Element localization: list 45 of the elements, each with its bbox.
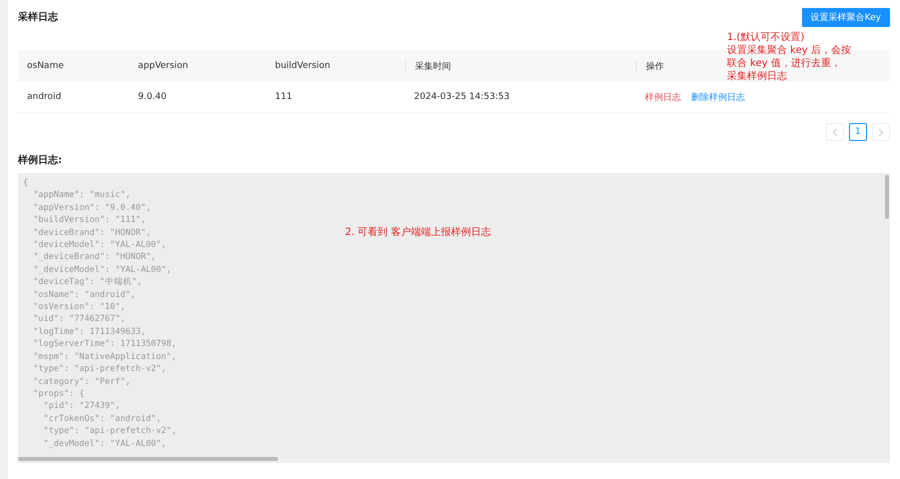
code-line: "crTokenOs": "android", <box>42 412 162 426</box>
code-line: "deviceBrand": "HONOR", <box>32 226 151 240</box>
chevron-left-icon <box>832 128 838 136</box>
page-title: 采样日志 <box>18 10 58 24</box>
code-line: "type": "api-prefetch-v2", <box>32 363 166 376</box>
annotation-text: 设置采集聚合 key 后，会按 <box>727 44 851 57</box>
code-line: "category": "Perf", <box>32 376 130 388</box>
code-line: "_deviceModel": "YAL-AL00", <box>32 264 172 276</box>
code-line: "type": "api-prefetch-v2", <box>42 425 177 438</box>
code-line: "deviceModel": "YAL-AL00", <box>32 239 166 252</box>
column-header: buildVersion <box>274 61 332 71</box>
code-line: "pid": "27439", <box>42 400 120 413</box>
code-line: "appVersion": "9.0.40", <box>32 202 151 214</box>
scrollbar-thumb[interactable] <box>885 175 889 219</box>
table-cell-text: 111 <box>274 92 294 102</box>
code-line: "osVersion": "10", <box>32 301 126 314</box>
code-line: "logTime": 1711349633, <box>32 326 146 338</box>
action-link[interactable]: 删除样例日志 <box>691 90 745 104</box>
page-button[interactable]: 1 <box>849 123 867 141</box>
table-cell-text: android <box>26 92 62 102</box>
code-line: { <box>23 177 28 190</box>
code-line: "_deviceBrand": "HONOR", <box>32 251 156 264</box>
annotation-text: 采集样例日志 <box>727 70 787 83</box>
annotation-text: 联合 key 值，进行去重， <box>727 57 841 70</box>
scrollbar-thumb[interactable] <box>18 457 278 461</box>
table-cell-text: 2024-03-25 14:53:53 <box>413 92 511 102</box>
column-header: 采集时间 <box>405 60 636 72</box>
set-key-button[interactable]: 设置采样聚合Key <box>802 8 890 26</box>
column-header: appVersion <box>137 61 190 71</box>
code-line: "osName": "android", <box>32 288 136 302</box>
section-label: 样例日志: <box>18 154 63 167</box>
code-line: "deviceTag": "中端机", <box>32 276 142 289</box>
annotation-text: 2. 可看到 客户端端上报样例日志 <box>345 226 491 239</box>
code-line: "buildVersion": "111", <box>32 214 146 227</box>
chevron-right-icon <box>878 128 884 136</box>
code-line: "uid": "77462767", <box>32 313 126 326</box>
code-line: "appName": "music", <box>32 189 130 202</box>
code-line: "props": { <box>32 388 84 400</box>
code-line: "mspm": "NativeApplication", <box>32 350 177 364</box>
code-line: "logServerTime": 1711350798, <box>32 338 177 351</box>
column-header: osName <box>26 61 65 71</box>
table-cell-text: 9.0.40 <box>137 92 168 102</box>
action-link[interactable]: 样例日志 <box>645 90 681 104</box>
code-line: "_devModel": "YAL-AL00", <box>42 438 166 450</box>
annotation-text: 1.(默认可不设置) <box>727 31 804 44</box>
